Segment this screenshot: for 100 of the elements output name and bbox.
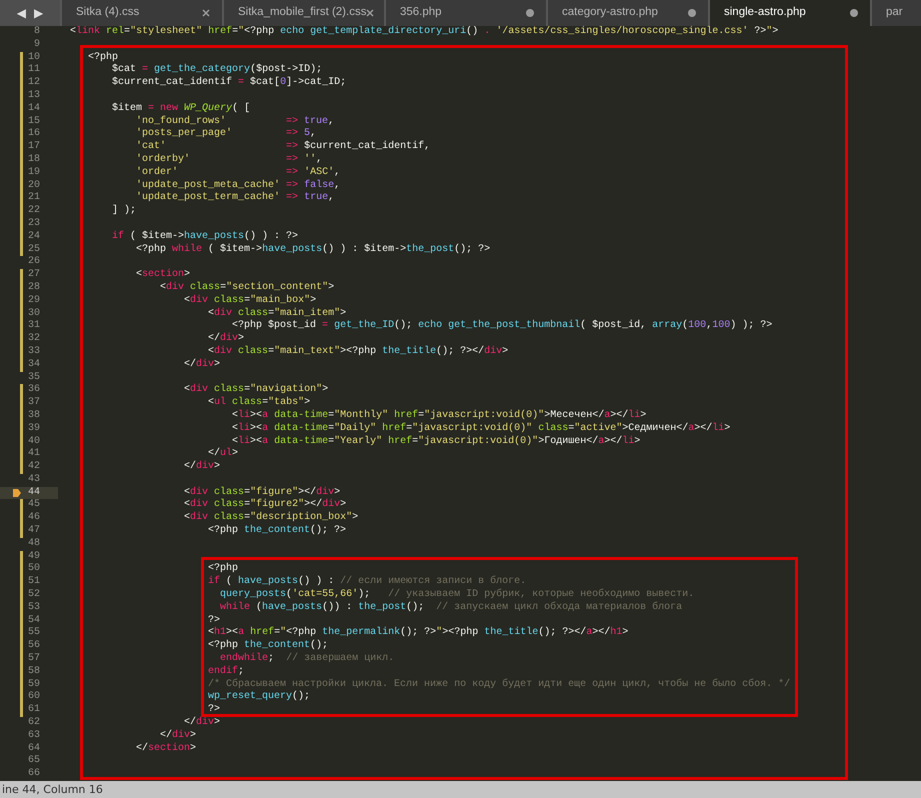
- status-bar: ine 44, Column 16: [0, 781, 921, 798]
- line-number: 9: [34, 38, 40, 52]
- code-line: <?php while ( $item->have_posts() ) : $item->the_post(); ?>: [135, 244, 490, 256]
- line-number: 62: [28, 717, 40, 730]
- line-number: 29: [28, 294, 40, 308]
- code-line: <div class="navigation">: [183, 384, 328, 396]
- code-line: <?php: [87, 52, 118, 64]
- code-line: <?php the_content(); ?>: [207, 525, 346, 538]
- code-line: ?>: [207, 704, 220, 716]
- code-line: <?php the_content();: [207, 640, 328, 652]
- line-number: 33: [28, 346, 40, 359]
- line-number: 19: [28, 166, 40, 180]
- code-line: 'cat' => $current_cat_identif,: [135, 141, 430, 154]
- line-number: 21: [28, 192, 40, 205]
- line-number: 66: [28, 768, 40, 781]
- code-line: $cat = get_the_category($post->ID);: [111, 64, 322, 76]
- previous-tab-arrow[interactable]: ◀: [16, 4, 26, 22]
- code-line: 'update_post_term_cache' => true,: [135, 192, 334, 206]
- close-icon[interactable]: [366, 9, 374, 17]
- file-tab[interactable]: Sitka_mobile_first (2).css: [222, 0, 384, 26]
- code-line: </div>: [183, 461, 220, 474]
- line-number: 23: [28, 218, 40, 231]
- code-line: /* Сбрасываем настройки цикла. Если ниже по коду будет идти еще один цикл, чтобы не было сбоя. */: [207, 678, 790, 690]
- code-line: <li><a data-time="Yearly" href="javascript:void(0)">Годишен</a></li>: [232, 436, 640, 448]
- file-tab[interactable]: 356.php: [384, 0, 546, 26]
- file-tab[interactable]: par: [870, 0, 921, 26]
- line-number: 65: [28, 755, 40, 768]
- line-number: 43: [28, 474, 40, 487]
- line-number: 13: [28, 90, 40, 103]
- line-number: 63: [28, 730, 40, 743]
- code-line: <div class="figure2"></div>: [183, 499, 346, 512]
- code-line: </div>: [183, 358, 220, 372]
- code-line: <div class="section_content">: [159, 282, 334, 294]
- line-number: 60: [28, 691, 40, 704]
- code-line: 'no_found_rows' => true,: [135, 116, 334, 128]
- code-line: <div class="figure"></div>: [183, 486, 340, 498]
- line-number: 11: [28, 64, 40, 77]
- code-line: <link rel="stylesheet" href="<?php echo get_template_directory_uri() . '/assets/css_singles/horoscope_single.css' ?>">: [69, 26, 778, 39]
- file-tab[interactable]: single-astro.php: [708, 0, 870, 26]
- line-number: 37: [28, 397, 40, 410]
- line-number: 10: [28, 52, 40, 64]
- line-number: 61: [28, 704, 40, 717]
- line-number: 56: [28, 640, 40, 653]
- line-number: 46: [28, 512, 40, 525]
- code-line: </div>: [207, 333, 244, 346]
- line-number: 14: [28, 102, 40, 116]
- code-line: <div class="description_box">: [183, 512, 358, 524]
- line-number: 47: [28, 525, 40, 538]
- code-line: <li><a data-time="Monthly" href="javascript:void(0)">Месечен</a></li>: [231, 410, 646, 422]
- code-line: <h1><a href="<?php the_permalink(); ?>"><?php the_title(); ?></a></h1>: [207, 627, 628, 640]
- line-number: 41: [28, 448, 40, 461]
- line-number: 42: [28, 461, 40, 474]
- line-number: 50: [28, 563, 40, 576]
- line-number: 20: [28, 180, 40, 192]
- line-number: 36: [28, 384, 40, 397]
- line-number: 44: [28, 486, 40, 499]
- line-number: 54: [28, 614, 40, 627]
- code-line: </div>: [183, 717, 220, 730]
- code-line: 'posts_per_page' => 5,: [135, 128, 316, 140]
- close-icon[interactable]: [202, 9, 210, 17]
- line-number: 15: [28, 116, 40, 128]
- code-line: ] );: [111, 205, 136, 218]
- line-number: 17: [28, 141, 40, 154]
- code-line: <section>: [135, 269, 190, 282]
- line-number: 28: [28, 282, 40, 295]
- line-number: 38: [28, 410, 40, 423]
- line-number: 51: [28, 576, 40, 589]
- code-line: ?>: [207, 614, 220, 626]
- line-number: 64: [28, 742, 40, 755]
- code-line: <?php $post_id = get_the_ID(); echo get_the_post_thumbnail( $post_id, array(100,100) ); ?>: [231, 320, 772, 332]
- code-line: query_posts('cat=55,66'); // указываем ID рубрик, которые необходимо вывести.: [219, 589, 694, 602]
- code-line: <div class="main_box">: [183, 294, 316, 308]
- next-tab-arrow[interactable]: ▶: [34, 4, 44, 22]
- line-number: 53: [28, 602, 40, 615]
- line-number: 45: [28, 499, 40, 512]
- code-line: <div class="main_item">: [207, 308, 346, 320]
- file-tab[interactable]: category-astro.php: [546, 0, 708, 26]
- code-line: 'update_post_meta_cache' => false,: [135, 180, 340, 192]
- code-line: $current_cat_identif = $cat[0]->cat_ID;: [111, 77, 346, 90]
- file-tab[interactable]: Sitka (4).css: [60, 0, 222, 26]
- line-number: 18: [28, 154, 40, 167]
- code-line: <div class="main_text"><?php the_title(); ?></div>: [207, 346, 508, 358]
- line-number: 35: [28, 372, 40, 384]
- line-number: 31: [28, 320, 40, 333]
- code-line: endif;: [207, 666, 244, 678]
- line-number: 24: [28, 230, 40, 244]
- code-line: </ul>: [207, 448, 238, 460]
- line-number: 52: [28, 589, 40, 602]
- code-line: </section>: [135, 742, 196, 756]
- line-number: 55: [28, 627, 40, 640]
- line-number: 16: [28, 128, 40, 141]
- code-line: if ( have_posts() ) : // если имеются записи в блоге.: [207, 576, 526, 588]
- line-number: 25: [28, 244, 40, 256]
- line-number: 39: [28, 422, 40, 436]
- code-line: <ul class="tabs">: [207, 397, 310, 410]
- line-number: 27: [28, 269, 40, 282]
- code-line: $item = new WP_Query( [: [111, 102, 250, 116]
- line-number: 49: [28, 550, 40, 563]
- line-number: 8: [34, 26, 40, 39]
- code-line: wp_reset_query();: [207, 691, 310, 704]
